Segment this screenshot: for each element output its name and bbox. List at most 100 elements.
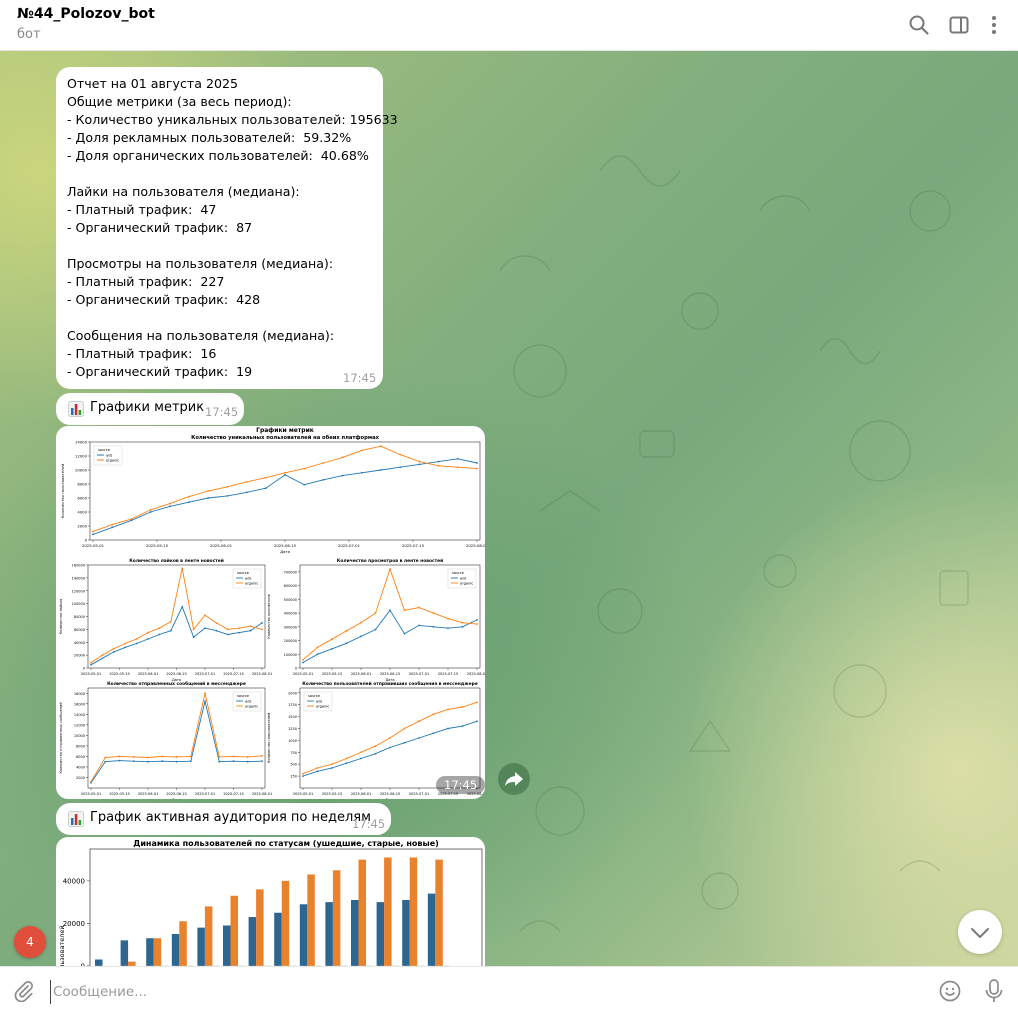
y-tick-label: 4000 [77, 510, 87, 515]
data-point-organic [331, 763, 333, 766]
data-point-ads [418, 463, 421, 466]
data-point-ads [169, 629, 172, 632]
chart-panel-0: Графики метрикКоличество уникальных поль… [60, 427, 485, 554]
data-point-ads [226, 633, 229, 636]
chart-title: Количество уникальных пользователей на о… [191, 434, 379, 441]
sidebar-toggle-icon[interactable] [948, 14, 970, 36]
chart-suptitle: Графики метрик [256, 427, 314, 434]
legend-label: ads [460, 576, 466, 580]
data-point-organic [204, 614, 206, 617]
weekly-audience-image-message[interactable]: Динамика пользователей по статусам (ушед… [56, 837, 485, 966]
bar-orange [307, 874, 315, 966]
microphone-icon[interactable] [983, 978, 1005, 1004]
data-point-ads [389, 609, 391, 612]
legend-title: source [452, 571, 465, 575]
x-tick-label: 2025-05-01 [81, 672, 101, 676]
data-point-ads [147, 638, 149, 640]
report-line: Сообщения на пользователя (медиана): [67, 328, 335, 343]
bar-blue [402, 900, 410, 966]
data-point-organic [112, 647, 115, 650]
y-tick-label: 120000 [72, 589, 85, 593]
scroll-down-button[interactable] [958, 910, 1002, 954]
y-tick-label: 16000 [74, 702, 85, 706]
data-point-ads [447, 727, 449, 730]
report-line [67, 165, 372, 183]
y-tick-label: 1500 [288, 715, 297, 719]
data-point-ads [158, 633, 161, 636]
data-point-ads [345, 762, 348, 765]
bar-orange [204, 906, 213, 966]
y-tick-label: 700000 [284, 570, 297, 574]
data-point-organic [118, 755, 121, 758]
data-point-organic [189, 755, 192, 758]
data-point-ads [124, 646, 127, 649]
data-point-organic [168, 502, 171, 505]
y-tick-label: 40000 [63, 877, 85, 885]
y-tick-label: 100000 [72, 602, 85, 606]
data-point-organic [302, 658, 304, 661]
unread-count-badge[interactable]: 4 [14, 926, 46, 958]
y-tick-label: 14000 [74, 713, 85, 717]
y-tick-label: 6000 [76, 755, 85, 759]
chat-title[interactable]: №44_Polozov_bot [17, 6, 155, 22]
legend-label: ads [106, 453, 112, 457]
more-vert-icon[interactable] [983, 14, 1005, 36]
data-point-organic [135, 638, 138, 640]
data-point-organic [215, 622, 218, 624]
data-point-organic [226, 485, 229, 488]
data-point-organic [261, 628, 263, 631]
data-point-organic [476, 701, 478, 704]
y-axis-label: Количество отправленных сообщений [59, 702, 63, 773]
report-text: Отчет на 01 августа 2025 Общие метрики (з… [67, 75, 398, 381]
bar-blue [120, 940, 129, 966]
weekly-audience-label-bubble[interactable]: График активная аудитория по неделям 17:… [56, 803, 391, 835]
x-tick-label: 2025-05-01 [293, 792, 313, 796]
x-tick-label: 2025-07-01 [409, 672, 429, 676]
x-tick-label: 2025-07-15 [438, 672, 458, 676]
data-point-organic [101, 654, 104, 657]
emoji-icon[interactable] [938, 979, 962, 1003]
y-tick-label: 0 [295, 667, 297, 671]
forward-button[interactable] [498, 763, 530, 795]
bar-orange [435, 859, 443, 966]
x-tick-label: 2025-06-15 [166, 792, 186, 796]
metrics-dashboard-image: Графики метрикКоличество уникальных поль… [59, 427, 485, 799]
y-tick-label: 10000 [75, 468, 88, 473]
legend-label: organic [460, 581, 473, 585]
bar-chart-icon [68, 811, 84, 827]
metrics-label-bubble[interactable]: Графики метрик 17:45 [56, 393, 244, 425]
legend-label: ads [245, 699, 251, 703]
x-tick-label: 2025-06-15 [380, 672, 400, 676]
report-message-bubble[interactable]: Отчет на 01 августа 2025 Общие метрики (з… [56, 67, 398, 389]
paperclip-icon[interactable] [13, 980, 35, 1002]
metrics-image-message[interactable]: Графики метрик Количество уникальных поль… [56, 426, 485, 799]
data-point-ads [226, 495, 229, 497]
x-tick-label: 2025-07-01 [195, 672, 215, 676]
report-line: - Доля органических пользователей: 40.68… [67, 148, 369, 163]
data-point-organic [181, 567, 184, 570]
message-input[interactable] [50, 980, 915, 1004]
data-point-ads [345, 642, 348, 645]
data-point-organic [476, 623, 478, 625]
data-point-ads [432, 625, 435, 628]
data-point-ads [456, 457, 459, 460]
data-point-ads [264, 487, 267, 490]
x-tick-label: 2025-07-15 [223, 672, 243, 676]
data-point-organic [447, 708, 449, 711]
legend-title: source [308, 694, 321, 698]
x-tick-label: 2025-05-15 [322, 672, 342, 676]
data-point-organic [461, 706, 464, 708]
data-point-ads [331, 767, 333, 769]
data-point-organic [316, 646, 319, 649]
data-point-ads [135, 642, 138, 645]
data-point-organic [132, 756, 135, 758]
data-point-ads [374, 628, 377, 631]
y-tick-label: 60000 [74, 628, 85, 632]
metrics-label-text: Графики метрик [90, 400, 205, 415]
data-point-ads [302, 661, 304, 664]
data-point-ads [192, 636, 195, 638]
search-icon[interactable] [908, 14, 930, 36]
report-line: Просмотры на пользователя (медиана): [67, 256, 334, 271]
y-tick-label: 160000 [72, 564, 85, 568]
data-point-organic [245, 481, 248, 483]
